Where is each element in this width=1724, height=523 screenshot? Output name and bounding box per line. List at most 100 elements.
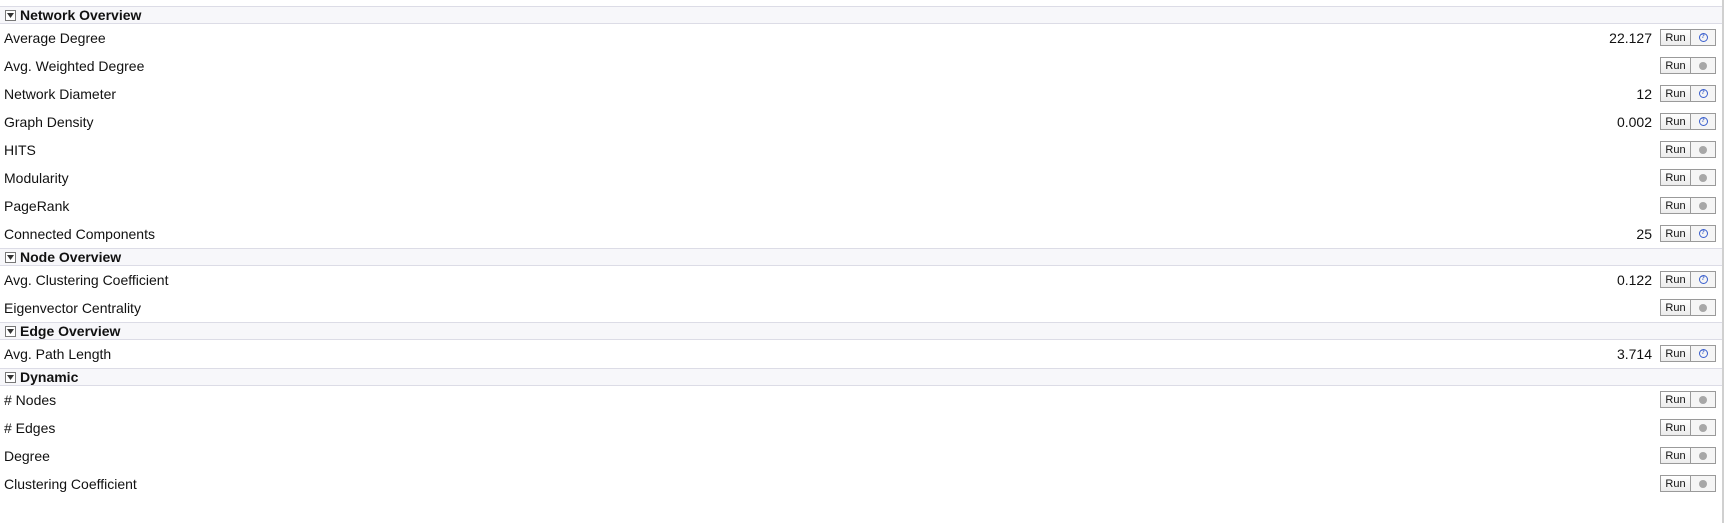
help-button[interactable]: ? (1690, 85, 1716, 102)
help-button[interactable]: ? (1690, 113, 1716, 130)
help-icon: ? (1698, 275, 1708, 284)
stat-row-modularity: Modularity Run (0, 164, 1722, 192)
stat-value: 3.714 (1616, 346, 1652, 362)
stat-label: Clustering Coefficient (4, 476, 137, 492)
status-button (1690, 391, 1716, 408)
stat-label: HITS (4, 142, 36, 158)
stat-controls: Run (1660, 447, 1716, 464)
stat-row-edges: # Edges Run (0, 414, 1722, 442)
stat-controls: Run? (1660, 271, 1716, 288)
stat-row-avg-weighted-degree: Avg. Weighted Degree Run (0, 52, 1722, 80)
status-button (1690, 475, 1716, 492)
stat-row-pagerank: PageRank Run (0, 192, 1722, 220)
stat-controls: Run (1660, 169, 1716, 186)
run-button[interactable]: Run (1660, 113, 1690, 130)
run-button[interactable]: Run (1660, 141, 1690, 158)
help-icon: ? (1698, 229, 1708, 238)
stat-controls: Run (1660, 475, 1716, 492)
collapse-triangle-icon[interactable] (5, 325, 16, 337)
stat-controls: Run? (1660, 29, 1716, 46)
stat-controls: Run (1660, 141, 1716, 158)
status-button (1690, 419, 1716, 436)
stat-label: Eigenvector Centrality (4, 300, 141, 316)
section-header-node-overview[interactable]: Node Overview (0, 248, 1722, 266)
stat-value: 22.127 (1609, 30, 1652, 46)
run-button[interactable]: Run (1660, 271, 1690, 288)
section-header-dynamic[interactable]: Dynamic (0, 368, 1722, 386)
help-button[interactable]: ? (1690, 29, 1716, 46)
stat-row-avg-path-length: Avg. Path Length 3.714 Run? (0, 340, 1722, 368)
run-button[interactable]: Run (1660, 345, 1690, 362)
stat-label: Connected Components (4, 226, 155, 242)
status-dot-icon (1699, 303, 1707, 312)
run-button[interactable]: Run (1660, 299, 1690, 316)
help-button[interactable]: ? (1690, 345, 1716, 362)
stat-row-avg-clustering-coefficient: Avg. Clustering Coefficient 0.122 Run? (0, 266, 1722, 294)
section-title: Network Overview (20, 7, 142, 23)
stat-value: 25 (1636, 226, 1652, 242)
run-button[interactable]: Run (1660, 391, 1690, 408)
stat-value: 0.122 (1616, 272, 1652, 288)
status-dot-icon (1699, 173, 1707, 182)
stat-row-average-degree: Average Degree 22.127 Run? (0, 24, 1722, 52)
stat-controls: Run (1660, 197, 1716, 214)
stat-value: 12 (1636, 86, 1652, 102)
stat-label: Avg. Path Length (4, 346, 112, 362)
stat-label: Avg. Clustering Coefficient (4, 272, 169, 288)
stat-value: 0.002 (1616, 114, 1652, 130)
stat-row-clustering-coefficient: Clustering Coefficient Run (0, 470, 1722, 498)
section-title: Dynamic (20, 369, 79, 385)
stat-controls: Run (1660, 57, 1716, 74)
stat-label: Graph Density (4, 114, 94, 130)
stat-row-hits: HITS Run (0, 136, 1722, 164)
section-header-network-overview[interactable]: Network Overview (0, 6, 1722, 24)
stat-controls: Run? (1660, 85, 1716, 102)
stat-label: # Nodes (4, 392, 57, 408)
help-icon: ? (1698, 33, 1708, 42)
run-button[interactable]: Run (1660, 85, 1690, 102)
status-dot-icon (1699, 451, 1707, 460)
statistics-panel: Network Overview Average Degree 22.127 Run?… (0, 6, 1722, 498)
run-button[interactable]: Run (1660, 169, 1690, 186)
collapse-triangle-icon[interactable] (5, 251, 16, 263)
run-button[interactable]: Run (1660, 197, 1690, 214)
status-button (1690, 447, 1716, 464)
help-icon: ? (1698, 349, 1708, 358)
stat-label: Avg. Weighted Degree (4, 58, 145, 74)
section-title: Edge Overview (20, 323, 121, 339)
run-button[interactable]: Run (1660, 419, 1690, 436)
status-dot-icon (1699, 201, 1707, 210)
section-header-edge-overview[interactable]: Edge Overview (0, 322, 1722, 340)
run-button[interactable]: Run (1660, 29, 1690, 46)
stat-row-eigenvector-centrality: Eigenvector Centrality Run (0, 294, 1722, 322)
collapse-triangle-icon[interactable] (5, 9, 16, 21)
help-icon: ? (1698, 89, 1708, 98)
stat-row-connected-components: Connected Components 25 Run? (0, 220, 1722, 248)
status-dot-icon (1699, 145, 1707, 154)
stat-row-degree: Degree Run (0, 442, 1722, 470)
status-dot-icon (1699, 479, 1707, 488)
stat-row-network-diameter: Network Diameter 12 Run? (0, 80, 1722, 108)
status-dot-icon (1699, 395, 1707, 404)
status-button (1690, 57, 1716, 74)
help-button[interactable]: ? (1690, 225, 1716, 242)
stat-controls: Run? (1660, 113, 1716, 130)
collapse-triangle-icon[interactable] (5, 371, 16, 383)
stat-controls: Run (1660, 391, 1716, 408)
help-button[interactable]: ? (1690, 271, 1716, 288)
status-button (1690, 141, 1716, 158)
status-button (1690, 299, 1716, 316)
run-button[interactable]: Run (1660, 475, 1690, 492)
stat-controls: Run (1660, 299, 1716, 316)
stat-label: Network Diameter (4, 86, 117, 102)
status-dot-icon (1699, 423, 1707, 432)
stat-label: PageRank (4, 198, 70, 214)
run-button[interactable]: Run (1660, 57, 1690, 74)
stat-label: Average Degree (4, 30, 106, 46)
run-button[interactable]: Run (1660, 447, 1690, 464)
run-button[interactable]: Run (1660, 225, 1690, 242)
stat-controls: Run? (1660, 225, 1716, 242)
stat-controls: Run (1660, 419, 1716, 436)
stat-controls: Run? (1660, 345, 1716, 362)
help-icon: ? (1698, 117, 1708, 126)
